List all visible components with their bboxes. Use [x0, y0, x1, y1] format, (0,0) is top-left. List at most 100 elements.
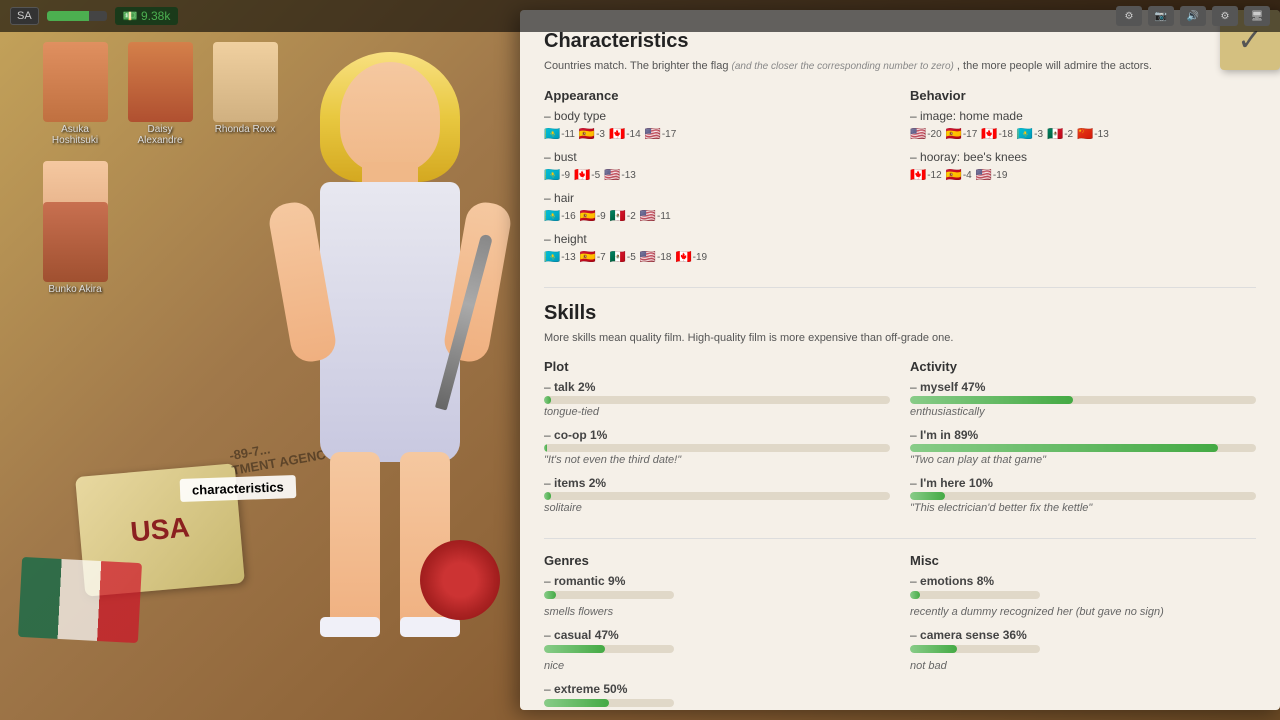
- flag-ca-hr: 🇨🇦-12: [910, 167, 942, 183]
- height-entry: height 🇰🇿-13 🇪🇸-7 🇲🇽-5 🇺🇸-18 🇨🇦-19: [544, 232, 890, 265]
- flag-us-hr: 🇺🇸-19: [976, 167, 1008, 183]
- characteristics-grid: Appearance body type 🇰🇿-11 🇪🇸-3 🇨🇦-14 🇺🇸…: [544, 86, 1256, 273]
- misc-camera-bar: [910, 645, 957, 653]
- tb-btn-5[interactable]: 🖥: [1244, 6, 1270, 26]
- flag-kz-hair: 🇰🇿-16: [544, 208, 576, 224]
- misc-camera-quote: not bad: [910, 660, 1256, 672]
- divider-1: [544, 287, 1256, 288]
- flag-es-hr: 🇪🇸-4: [946, 167, 972, 183]
- flag-us-hair: 🇺🇸-11: [640, 208, 671, 224]
- skill-imhere-bar: [910, 492, 945, 500]
- char-name-5: Bunko Akira: [48, 284, 101, 295]
- hooray-label: hooray: bee's knees: [910, 150, 1256, 164]
- characteristics-subtitle: Countries match. The brighter the flag (…: [544, 59, 1256, 74]
- hooray-entry: hooray: bee's knees 🇨🇦-12 🇪🇸-4 🇺🇸-19: [910, 150, 1256, 183]
- tb-btn-4[interactable]: ⚙: [1212, 6, 1238, 26]
- char-name-3: Rhonda Roxx: [215, 124, 276, 135]
- skill-coop-name: co-op 1%: [544, 428, 890, 442]
- characteristics-title: Characteristics: [544, 30, 1256, 53]
- misc-label: Misc: [910, 553, 1256, 568]
- skill-myself: myself 47% enthusiastically: [910, 380, 1256, 418]
- top-bar: SA 💵 9.38k ⚙ 📷 🔊 ⚙ 🖥: [0, 0, 1280, 32]
- flag-es-img: 🇪🇸-17: [946, 126, 978, 142]
- image-entry: image: home made 🇺🇸-20 🇪🇸-17 🇨🇦-18 🇰🇿-3 …: [910, 109, 1256, 142]
- activity-label: Activity: [910, 359, 1256, 374]
- genre-casual-bar-container: [544, 645, 674, 653]
- hair-entry: hair 🇰🇿-16 🇪🇸-9 🇲🇽-2 🇺🇸-11: [544, 191, 890, 224]
- skill-imin-bar-container: [910, 444, 1256, 452]
- genre-casual-name: casual 47%: [544, 628, 890, 642]
- left-panel: AsukaHoshitsuki DaisyAlexandre Rhonda Ro…: [0, 32, 530, 720]
- skill-imin: I'm in 89% "Two can play at that game": [910, 428, 1256, 466]
- image-flags: 🇺🇸-20 🇪🇸-17 🇨🇦-18 🇰🇿-3 🇲🇽-2 🇨🇳-13: [910, 126, 1256, 142]
- flag-cn-img: 🇨🇳-13: [1077, 126, 1109, 142]
- flag-ca-height: 🇨🇦-19: [675, 249, 707, 265]
- flag-kz-img: 🇰🇿-3: [1017, 126, 1043, 142]
- height-flags: 🇰🇿-13 🇪🇸-7 🇲🇽-5 🇺🇸-18 🇨🇦-19: [544, 249, 890, 265]
- flag-us-bt: 🇺🇸-17: [645, 126, 677, 142]
- genres-col: Genres romantic 9% smells flowers casual…: [544, 553, 890, 710]
- skill-items: items 2% solitaire: [544, 476, 890, 514]
- appearance-col: Appearance body type 🇰🇿-11 🇪🇸-3 🇨🇦-14 🇺🇸…: [544, 86, 890, 273]
- genre-casual: casual 47% nice: [544, 628, 890, 672]
- skill-items-name: items 2%: [544, 476, 890, 490]
- hair-flags: 🇰🇿-16 🇪🇸-9 🇲🇽-2 🇺🇸-11: [544, 208, 890, 224]
- skills-title: Skills: [544, 302, 1256, 325]
- skill-imin-quote: "Two can play at that game": [910, 454, 1256, 466]
- bust-entry: bust 🇰🇿-9 🇨🇦-5 🇺🇸-13: [544, 150, 890, 183]
- mexico-card: [18, 557, 142, 643]
- skill-items-bar-container: [544, 492, 890, 500]
- behavior-label: Behavior: [910, 88, 1256, 103]
- skill-talk-quote: tongue-tied: [544, 406, 890, 418]
- misc-emotions-bar-container: [910, 591, 1040, 599]
- activity-col: Activity myself 47% enthusiastically I'm…: [910, 359, 1256, 524]
- flag-kz-bt: 🇰🇿-11: [544, 126, 575, 142]
- char-item-5[interactable]: Bunko Akira: [40, 202, 110, 295]
- skill-coop-quote: "It's not even the third date!": [544, 454, 890, 466]
- misc-emotions-quote: recently a dummy recognized her (but gav…: [910, 606, 1256, 618]
- subtitle-main: Countries match. The brighter the flag: [544, 60, 728, 72]
- flag-kz-height: 🇰🇿-13: [544, 249, 576, 265]
- flag-mx-hair: 🇲🇽-2: [610, 208, 636, 224]
- info-panel: Characteristics Countries match. The bri…: [520, 10, 1280, 710]
- char-item-3[interactable]: Rhonda Roxx: [210, 42, 280, 146]
- behavior-col: Behavior image: home made 🇺🇸-20 🇪🇸-17 🇨🇦…: [910, 86, 1256, 273]
- tb-btn-3[interactable]: 🔊: [1180, 6, 1206, 26]
- tb-btn-2[interactable]: 📷: [1148, 6, 1174, 26]
- genres-label: Genres: [544, 553, 890, 568]
- subtitle-extra: (and the closer the corresponding number…: [732, 61, 954, 72]
- flag-ca-bust: 🇨🇦-5: [574, 167, 600, 183]
- tape-roll: [420, 540, 500, 620]
- flag-us-bust: 🇺🇸-13: [604, 167, 636, 183]
- skill-talk-name: talk 2%: [544, 380, 890, 394]
- char-item-1[interactable]: AsukaHoshitsuki: [40, 42, 110, 146]
- char-item-2[interactable]: DaisyAlexandre: [125, 42, 195, 146]
- height-label: height: [544, 232, 890, 246]
- tb-btn-1[interactable]: ⚙: [1116, 6, 1142, 26]
- money-display: 💵 9.38k: [115, 7, 179, 25]
- skill-imhere: I'm here 10% "This electrician'd better …: [910, 476, 1256, 514]
- flag-mx-img: 🇲🇽-2: [1047, 126, 1073, 142]
- flag-es-height: 🇪🇸-7: [580, 249, 606, 265]
- top-bar-left: SA 💵 9.38k: [10, 7, 178, 25]
- skill-myself-name: myself 47%: [910, 380, 1256, 394]
- top-bar-right: ⚙ 📷 🔊 ⚙ 🖥: [1116, 6, 1270, 26]
- divider-2: [544, 538, 1256, 539]
- misc-col: Misc emotions 8% recently a dummy recogn…: [910, 553, 1256, 710]
- char-name-1: AsukaHoshitsuki: [52, 124, 98, 146]
- misc-camera-bar-container: [910, 645, 1040, 653]
- appearance-label: Appearance: [544, 88, 890, 103]
- hooray-flags: 🇨🇦-12 🇪🇸-4 🇺🇸-19: [910, 167, 1256, 183]
- flag-kz-bust: 🇰🇿-9: [544, 167, 570, 183]
- skill-coop: co-op 1% "It's not even the third date!": [544, 428, 890, 466]
- skill-talk-bar-container: [544, 396, 890, 404]
- skill-myself-quote: enthusiastically: [910, 406, 1256, 418]
- genre-extreme-bar-container: [544, 699, 674, 707]
- genre-romantic-bar-container: [544, 591, 674, 599]
- skill-imhere-bar-container: [910, 492, 1256, 500]
- skill-imin-name: I'm in 89%: [910, 428, 1256, 442]
- hair-label: hair: [544, 191, 890, 205]
- body-type-flags: 🇰🇿-11 🇪🇸-3 🇨🇦-14 🇺🇸-17: [544, 126, 890, 142]
- skill-myself-bar-container: [910, 396, 1256, 404]
- skill-items-quote: solitaire: [544, 502, 890, 514]
